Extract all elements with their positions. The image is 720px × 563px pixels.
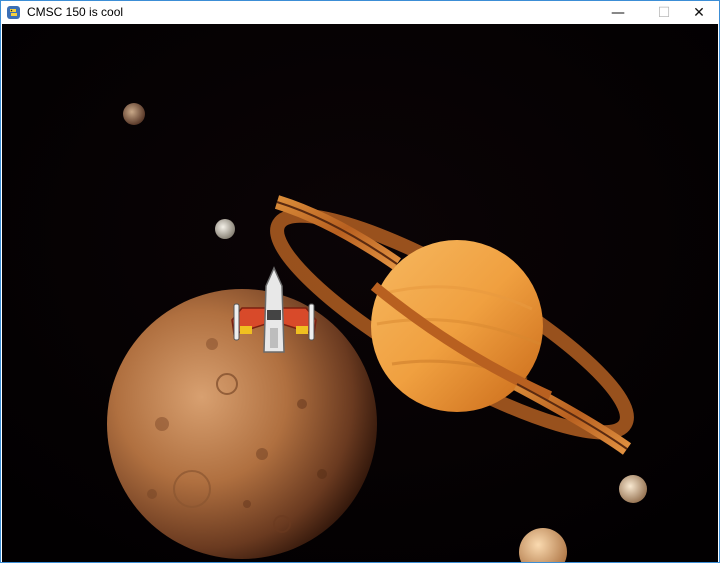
game-window: CMSC 150 is cool — ☐ ✕	[0, 0, 720, 563]
python-snake-icon	[6, 5, 21, 20]
game-canvas[interactable]	[2, 24, 718, 562]
close-button[interactable]: ✕	[676, 1, 720, 24]
small-moon-top-left	[123, 103, 145, 125]
space-scene	[2, 24, 718, 562]
title-bar[interactable]: CMSC 150 is cool — ☐ ✕	[1, 1, 719, 24]
window-title: CMSC 150 is cool	[27, 5, 124, 19]
minimize-button[interactable]: —	[595, 1, 641, 24]
small-moon-right	[619, 475, 647, 503]
small-moon-middle	[215, 219, 235, 239]
